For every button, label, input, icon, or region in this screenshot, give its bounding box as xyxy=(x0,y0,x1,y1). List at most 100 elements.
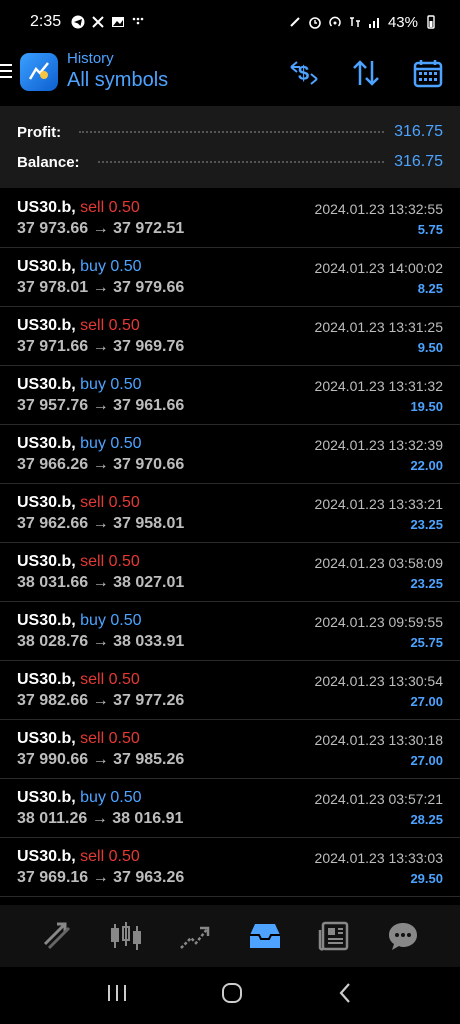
news-icon xyxy=(318,921,349,951)
trade-side: buy 0.50 xyxy=(80,376,142,393)
nav-trade[interactable] xyxy=(177,918,213,954)
trade-side: buy 0.50 xyxy=(80,612,142,629)
trade-symbol: US30.b, xyxy=(17,317,76,334)
trade-prices: 38 028.76 → 38 033.91 xyxy=(17,633,185,650)
trade-profit: 19.50 xyxy=(410,399,443,414)
balance-label: Balance: xyxy=(17,153,80,171)
trade-symbol: US30.b, xyxy=(17,435,76,452)
trade-row[interactable]: US30.b, sell 0.50 37 982.66 → 37 977.26 20… xyxy=(0,661,460,720)
sort-button[interactable] xyxy=(350,58,382,88)
wifi-calling-icon xyxy=(349,17,360,27)
trade-prices: 37 969.16 → 37 963.26 xyxy=(17,869,185,886)
telegram-icon xyxy=(71,15,85,29)
trade-row[interactable]: US30.b, buy 0.50 37 978.01 → 37 979.66 202… xyxy=(0,248,460,307)
trade-prices: 37 962.66 → 37 958.01 xyxy=(17,515,185,532)
trade-datetime: 2024.01.23 13:32:55 xyxy=(314,201,443,217)
trade-datetime: 2024.01.23 03:57:21 xyxy=(314,791,443,807)
trade-datetime: 2024.01.23 13:30:18 xyxy=(314,732,443,748)
trade-profit: 22.00 xyxy=(410,458,443,473)
chart-icon xyxy=(110,922,141,950)
menu-icon[interactable] xyxy=(0,64,12,80)
nav-chart[interactable] xyxy=(108,918,144,954)
history-summary: Profit: 316.75 Balance: 316.75 xyxy=(0,106,460,188)
dots-icon xyxy=(132,17,144,25)
trade-row[interactable]: US30.b, sell 0.50 37 990.66 → 37 985.26 20… xyxy=(0,720,460,779)
trade-prices: 37 957.76 → 37 961.66 xyxy=(17,397,185,414)
app-header: History All symbols $ xyxy=(0,44,460,106)
trade-side: sell 0.50 xyxy=(80,317,140,334)
trade-profit: 27.00 xyxy=(410,753,443,768)
dollar-exchange-icon: $ xyxy=(290,61,318,85)
nav-chat[interactable] xyxy=(385,918,421,954)
trade-profit: 8.25 xyxy=(417,281,443,296)
trade-row[interactable]: US30.b, buy 0.50 38 011.26 → 38 016.91 202… xyxy=(0,779,460,838)
trade-row[interactable]: US30.b, sell 0.50 37 969.16 → 37 963.26 20… xyxy=(0,838,460,897)
balance-row: Balance: 316.75 xyxy=(17,151,443,173)
trade-profit: 23.25 xyxy=(410,517,443,532)
trade-row[interactable]: US30.b, sell 0.50 37 973.66 → 37 972.51 20… xyxy=(0,189,460,248)
system-nav-bar xyxy=(0,967,460,1024)
trade-datetime: 2024.01.23 03:58:09 xyxy=(314,555,443,571)
trade-side: buy 0.50 xyxy=(80,789,142,806)
mute-icon xyxy=(290,17,300,27)
trade-row[interactable]: US30.b, sell 0.50 37 971.66 → 37 969.76 20… xyxy=(0,307,460,366)
calendar-icon xyxy=(413,60,443,88)
trade-side: sell 0.50 xyxy=(80,553,140,570)
battery-icon xyxy=(427,15,435,29)
period-button[interactable] xyxy=(412,58,444,88)
nav-quotes[interactable] xyxy=(39,918,75,954)
trade-datetime: 2024.01.23 09:59:55 xyxy=(314,614,443,630)
back-button[interactable] xyxy=(336,982,354,1009)
trade-prices: 38 011.26 → 38 016.91 xyxy=(17,810,184,827)
trade-side: buy 0.50 xyxy=(80,258,142,275)
status-time: 2:35 xyxy=(30,13,62,30)
trade-symbol: US30.b, xyxy=(17,376,76,393)
symbol-selector[interactable]: All symbols xyxy=(67,69,168,92)
recent-apps-button[interactable] xyxy=(106,983,128,1008)
trade-profit: 27.00 xyxy=(410,694,443,709)
trade-icon xyxy=(180,926,210,949)
trade-side: sell 0.50 xyxy=(80,848,140,865)
dotted-leader xyxy=(97,161,385,163)
home-button[interactable] xyxy=(221,982,243,1009)
trade-profit: 29.50 xyxy=(410,871,443,886)
trade-symbol: US30.b, xyxy=(17,553,76,570)
trade-datetime: 2024.01.23 13:31:25 xyxy=(314,319,443,335)
trade-row[interactable]: US30.b, buy 0.50 37 966.26 → 37 970.66 202… xyxy=(0,425,460,484)
trade-symbol: US30.b, xyxy=(17,671,76,688)
trade-profit: 23.25 xyxy=(410,576,443,591)
profit-value: 316.75 xyxy=(394,123,443,140)
trade-datetime: 2024.01.23 14:00:02 xyxy=(314,260,443,276)
trade-row[interactable]: US30.b, buy 0.50 38 028.76 → 38 033.91 202… xyxy=(0,602,460,661)
hotspot-icon xyxy=(329,16,341,27)
trade-profit: 28.25 xyxy=(410,812,443,827)
gallery-icon xyxy=(112,17,125,27)
dotted-leader xyxy=(79,131,385,133)
trade-row[interactable]: US30.b, sell 0.50 38 031.66 → 38 027.01 20… xyxy=(0,543,460,602)
trade-row[interactable]: US30.b, sell 0.50 37 962.66 → 37 958.01 20… xyxy=(0,484,460,543)
battery-percent: 43% xyxy=(387,13,418,31)
nav-news[interactable] xyxy=(316,918,352,954)
sort-arrows-icon xyxy=(353,60,379,86)
profit-row: Profit: 316.75 xyxy=(17,121,443,143)
trade-datetime: 2024.01.23 13:31:32 xyxy=(314,378,443,394)
deposit-filter-button[interactable]: $ xyxy=(288,58,320,88)
trade-symbol: US30.b, xyxy=(17,848,76,865)
trade-symbol: US30.b, xyxy=(17,258,76,275)
trade-prices: 37 982.66 → 37 977.26 xyxy=(17,692,185,709)
trade-symbol: US30.b, xyxy=(17,494,76,511)
trade-profit: 25.75 xyxy=(410,635,443,650)
balance-value: 316.75 xyxy=(394,153,443,170)
x-icon xyxy=(92,16,104,28)
trade-datetime: 2024.01.23 13:32:39 xyxy=(314,437,443,453)
recent-apps-icon xyxy=(108,985,127,1001)
trade-datetime: 2024.01.23 13:33:03 xyxy=(314,850,443,866)
nav-history[interactable] xyxy=(247,918,283,954)
trade-symbol: US30.b, xyxy=(17,789,76,806)
history-icon xyxy=(249,924,280,948)
trade-prices: 38 031.66 → 38 027.01 xyxy=(17,574,185,591)
trade-history-list[interactable]: US30.b, sell 0.50 37 973.66 → 37 972.51 20… xyxy=(0,189,460,905)
trade-side: buy 0.50 xyxy=(80,435,142,452)
trade-row[interactable]: US30.b, buy 0.50 37 957.76 → 37 961.66 202… xyxy=(0,366,460,425)
status-bar: 2:35 43% xyxy=(0,0,460,44)
